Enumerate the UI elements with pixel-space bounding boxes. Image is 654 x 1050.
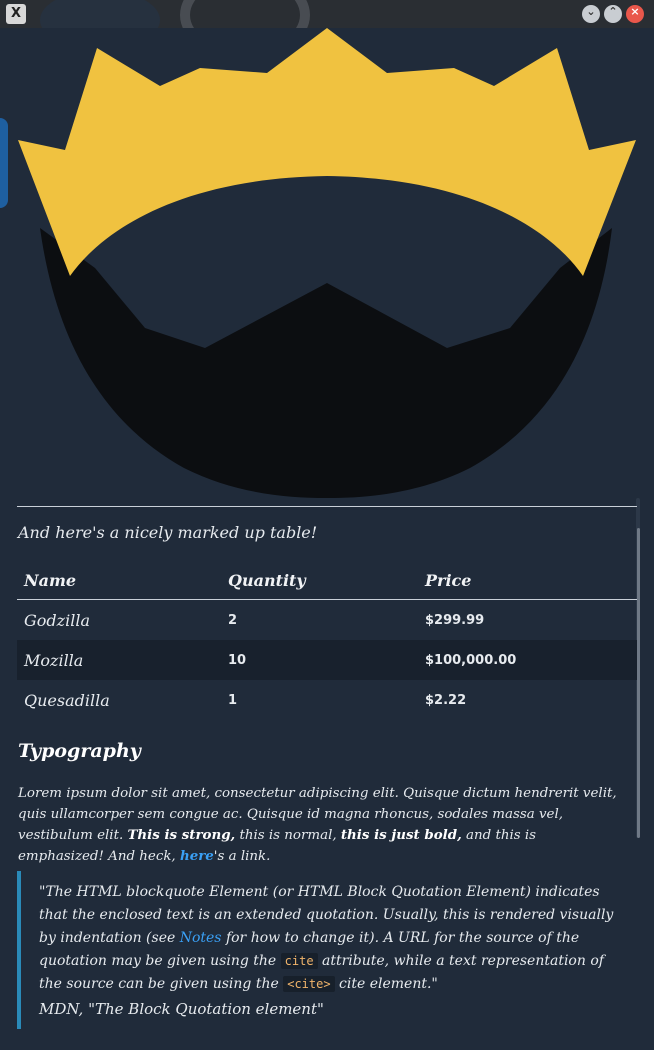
here-link[interactable]: here (180, 848, 214, 864)
header-name: Name (17, 561, 221, 600)
typography-paragraph: Lorem ipsum dolor sit amet, consectetur … (18, 783, 624, 867)
close-button[interactable]: × (626, 5, 644, 23)
header-price: Price (418, 561, 637, 600)
crown-mask-logo (18, 28, 636, 498)
close-icon: × (630, 5, 640, 18)
product-table: Name Quantity Price Godzilla 2 $299.99 M… (17, 561, 637, 720)
bold-text: this is just bold, (340, 827, 462, 843)
cell-name: Godzilla (24, 610, 90, 630)
table-header-row: Name Quantity Price (17, 561, 637, 600)
table-row: Godzilla 2 $299.99 (17, 600, 637, 641)
cell-name: Quesadilla (24, 690, 110, 710)
cell-quantity: 1 (228, 692, 238, 708)
mask-shape (40, 228, 612, 498)
page-content: And here's a nicely marked up table! Nam… (0, 28, 654, 1050)
cell-quantity: 10 (221, 640, 418, 680)
strong-text: This is strong, (127, 827, 236, 843)
cell-price: $299.99 (425, 612, 485, 628)
cell-price: $100,000.00 (418, 640, 637, 680)
cite-attr-code: cite (280, 953, 318, 969)
quote-citation: MDN, "The Block Quotation element" (39, 1000, 324, 1018)
header-quantity: Quantity (221, 561, 418, 600)
chevron-up-icon: ⌃ (608, 5, 618, 18)
quote-text: "The HTML blockquote Element (or HTML Bl… (39, 881, 629, 996)
app-icon[interactable]: X (6, 4, 26, 24)
table-intro: And here's a nicely marked up table! (18, 523, 318, 542)
typography-heading: Typography (18, 740, 141, 762)
normal-text: this is normal, (235, 828, 341, 843)
scrollbar-thumb[interactable] (637, 528, 640, 838)
divider (17, 506, 637, 507)
blockquote: "The HTML blockquote Element (or HTML Bl… (17, 871, 629, 1029)
table-row: Mozilla 10 $100,000.00 (17, 640, 637, 680)
cell-name: Mozilla (17, 640, 221, 680)
quote-part: cite element." (334, 976, 438, 992)
minimize-button[interactable]: ⌄ (582, 5, 600, 23)
maximize-button[interactable]: ⌃ (604, 5, 622, 23)
chevron-down-icon: ⌄ (586, 5, 596, 18)
cell-quantity: 2 (228, 612, 238, 628)
link-tail-text: 's a link. (213, 849, 271, 864)
notes-link[interactable]: Notes (180, 930, 222, 946)
window-titlebar: X ⌄ ⌃ × (0, 0, 654, 60)
cite-element-code: <cite> (283, 976, 335, 992)
crown-shape (18, 28, 636, 276)
table-row: Quesadilla 1 $2.22 (17, 680, 637, 720)
cell-price: $2.22 (425, 692, 467, 708)
